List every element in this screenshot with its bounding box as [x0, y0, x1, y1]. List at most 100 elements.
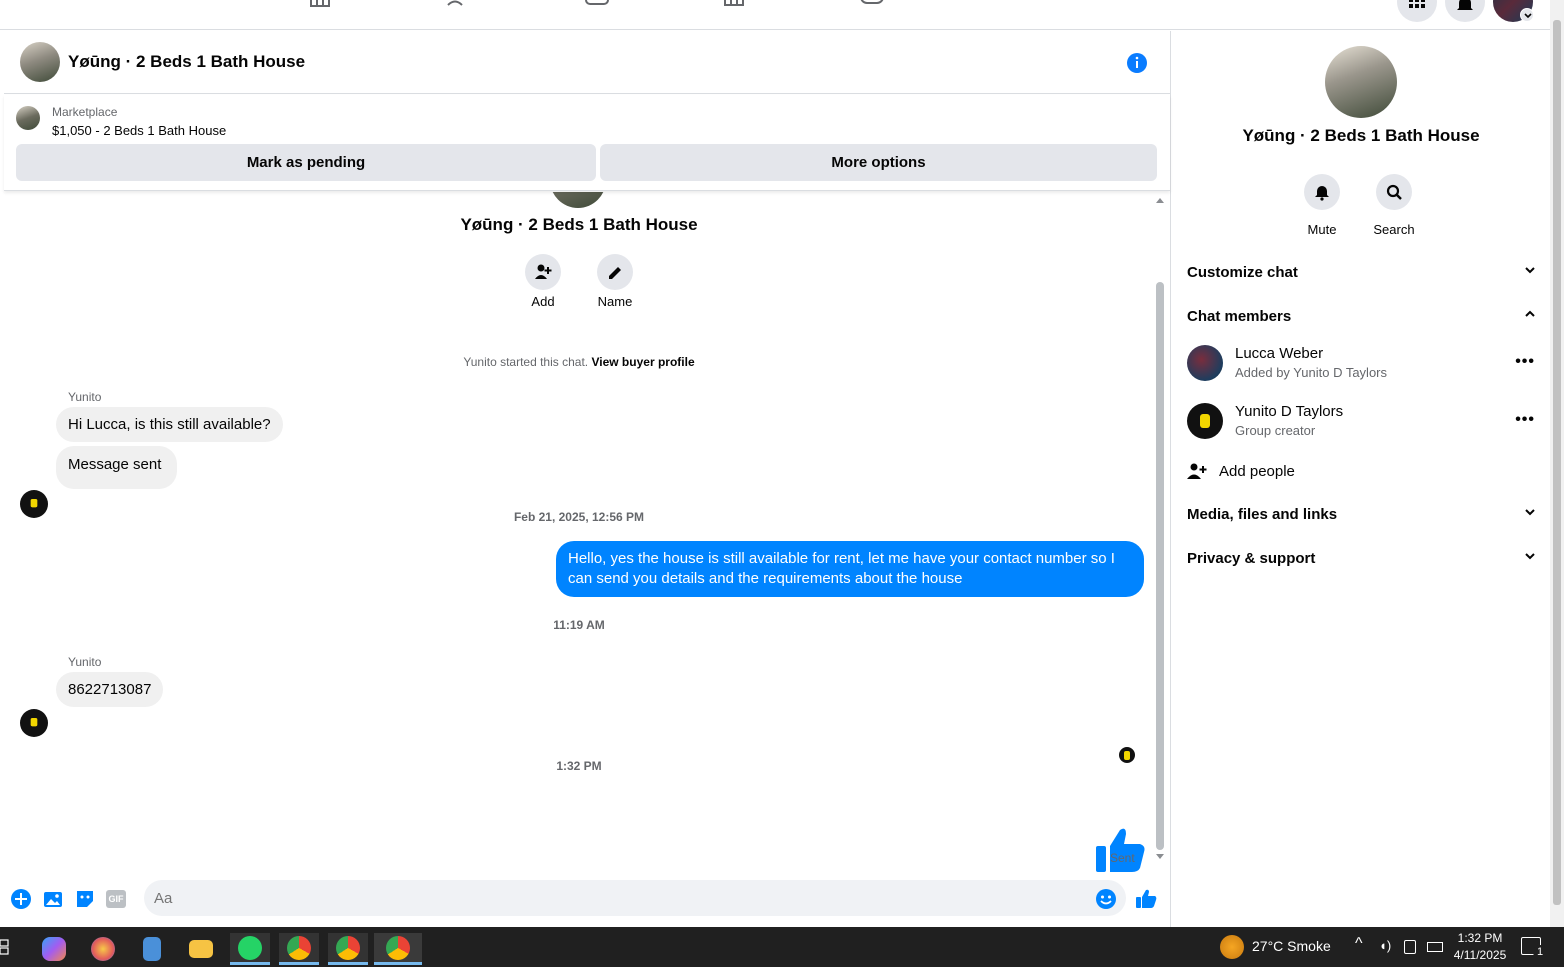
chevron-down-icon: [1523, 505, 1537, 523]
member-avatar[interactable]: [1187, 345, 1223, 381]
chevron-up-icon: [1523, 307, 1537, 325]
chrome-profile-icon[interactable]: [328, 933, 368, 965]
mark-as-pending-button[interactable]: Mark as pending: [16, 144, 596, 181]
plus-icon[interactable]: [10, 888, 32, 910]
timestamp: Feb 21, 2025, 12:56 PM: [513, 510, 645, 524]
member-avatar[interactable]: [1187, 403, 1223, 439]
scroll-thumb[interactable]: [1156, 282, 1164, 850]
sender-name: Yunito: [68, 655, 102, 669]
like-button[interactable]: [1135, 888, 1157, 910]
notifications-button[interactable]: [1445, 0, 1485, 22]
message-composer: GIF: [4, 880, 1170, 927]
add-people-label: Add people: [1219, 462, 1295, 480]
section-label: Privacy & support: [1187, 549, 1316, 567]
page-scrollbar[interactable]: [1550, 0, 1564, 927]
section-label: Customize chat: [1187, 263, 1298, 281]
search-label: Search: [1373, 222, 1415, 237]
privacy-support-section[interactable]: Privacy & support: [1187, 546, 1537, 570]
notification-count: 1: [1533, 945, 1547, 959]
member-row[interactable]: Lucca Weber Added by Yunito D Taylors ••…: [1187, 345, 1537, 385]
chat-started-text: Yunito started this chat.: [463, 355, 589, 369]
rename-button[interactable]: [597, 254, 633, 290]
page-scroll-thumb[interactable]: [1553, 20, 1561, 905]
more-options-icon[interactable]: •••: [1515, 353, 1535, 371]
paint-icon[interactable]: [83, 933, 123, 965]
weather-icon[interactable]: [1220, 935, 1244, 959]
network-icon[interactable]: [1427, 942, 1443, 952]
media-files-links-section[interactable]: Media, files and links: [1187, 502, 1537, 526]
home-icon[interactable]: [307, 0, 333, 12]
message-thread: Yøūng · 2 Beds 1 Bath House Add Name Yun…: [4, 192, 1154, 878]
search-button[interactable]: Search: [1364, 174, 1424, 237]
sent-status: Sent: [1110, 851, 1135, 865]
message-bubble-incoming[interactable]: 8622713087: [56, 672, 164, 707]
chevron-down-icon: [1523, 549, 1537, 567]
mute-button[interactable]: Mute: [1292, 174, 1352, 237]
clock-time: 1:32 PM: [1457, 931, 1503, 945]
message-bubble-incoming[interactable]: Hi Lucca, is this still available?: [56, 407, 283, 442]
marketplace-label: Marketplace: [52, 105, 118, 119]
add-member-button[interactable]: [525, 254, 561, 290]
section-label: Media, files and links: [1187, 505, 1338, 523]
more-options-button[interactable]: More options: [600, 144, 1157, 181]
view-buyer-profile-link[interactable]: View buyer profile: [591, 355, 694, 369]
meet-icon[interactable]: [1404, 940, 1416, 954]
emoji-icon[interactable]: [1095, 888, 1117, 910]
copilot-icon[interactable]: [34, 933, 74, 965]
member-subtitle: Group creator: [1235, 423, 1316, 438]
chat-header: Yøūng · 2 Beds 1 Bath House: [4, 31, 1170, 94]
scroll-down-arrow[interactable]: [1156, 854, 1164, 859]
weather-text[interactable]: 27°C Smoke: [1252, 938, 1331, 954]
member-subtitle: Added by Yunito D Taylors: [1235, 365, 1388, 380]
pencil-icon: [609, 267, 621, 279]
more-options-icon[interactable]: •••: [1515, 411, 1535, 429]
marketplace-banner: Marketplace $1,050 - 2 Beds 1 Bath House…: [4, 95, 1170, 191]
chat-title[interactable]: Yøūng · 2 Beds 1 Bath House: [68, 52, 305, 72]
listing-thumbnail[interactable]: [16, 106, 40, 130]
bell-icon: [1315, 186, 1329, 201]
customize-chat-section[interactable]: Customize chat: [1187, 260, 1537, 284]
chevron-up-icon[interactable]: ^: [1355, 935, 1363, 953]
chat-panel: Yøūng · 2 Beds 1 Bath House Marketplace …: [4, 31, 1170, 927]
member-name: Yunito D Taylors: [1235, 403, 1344, 420]
gaming-icon[interactable]: [859, 0, 885, 12]
message-bubble-outgoing[interactable]: Hello, yes the house is still available …: [556, 541, 1144, 597]
message-bubble-incoming[interactable]: Message sent: [56, 446, 178, 489]
sender-name: Yunito: [68, 390, 102, 404]
volume-icon[interactable]: ◖): [1379, 938, 1391, 953]
sender-avatar[interactable]: [20, 709, 48, 737]
menu-grid-button[interactable]: [1397, 0, 1437, 22]
search-icon: [1386, 184, 1402, 200]
sidebar-avatar[interactable]: [1325, 46, 1397, 118]
gif-icon[interactable]: GIF: [106, 888, 128, 910]
scroll-up-arrow[interactable]: [1156, 198, 1164, 203]
calculator-icon[interactable]: [132, 933, 172, 965]
sticker-icon[interactable]: [74, 888, 96, 910]
file-explorer-icon[interactable]: [181, 933, 221, 965]
listing-title[interactable]: $1,050 - 2 Beds 1 Bath House: [52, 123, 226, 138]
timestamp: 11:19 AM: [553, 618, 605, 632]
chat-avatar[interactable]: [20, 42, 60, 82]
chrome-icon[interactable]: [279, 933, 319, 965]
system-clock[interactable]: 1:32 PM 4/11/2025: [1450, 930, 1510, 964]
chevron-down-icon: [1523, 263, 1537, 281]
member-row[interactable]: Yunito D Taylors Group creator •••: [1187, 403, 1537, 443]
thumbs-up-sticker[interactable]: [1094, 824, 1146, 876]
photo-icon[interactable]: [42, 888, 64, 910]
chrome-active-icon[interactable]: [374, 933, 422, 965]
friends-icon[interactable]: [446, 0, 472, 12]
whatsapp-icon[interactable]: [230, 933, 270, 965]
thread-scrollbar[interactable]: [1154, 192, 1166, 867]
grid-icon: [1409, 0, 1425, 8]
task-view-icon[interactable]: [0, 939, 12, 955]
name-label: Name: [597, 294, 633, 309]
chat-started-notice: Yunito started this chat. View buyer pro…: [4, 355, 1154, 369]
message-input[interactable]: [144, 880, 1126, 916]
marketplace-icon[interactable]: [721, 0, 747, 12]
add-people-button[interactable]: Add people: [1187, 459, 1295, 483]
account-chevron-icon[interactable]: [1520, 8, 1534, 22]
add-person-icon: [535, 264, 552, 279]
chat-members-section[interactable]: Chat members: [1187, 304, 1537, 328]
video-icon[interactable]: [584, 0, 610, 12]
info-icon[interactable]: [1126, 52, 1148, 74]
